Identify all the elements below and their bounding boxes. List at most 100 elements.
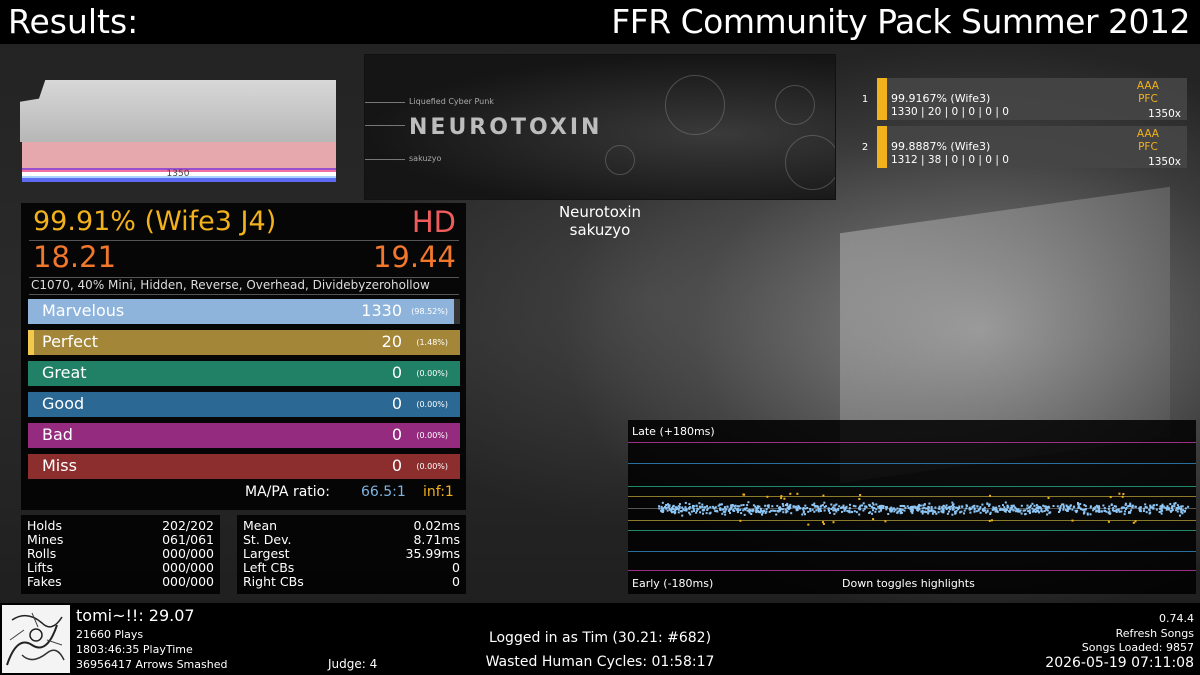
plot-dot <box>1155 503 1158 506</box>
plot-dot <box>1112 509 1115 512</box>
plot-dot <box>1083 510 1086 513</box>
holds-stat-row: Lifts 000/000 <box>21 561 220 575</box>
plot-dot <box>1155 508 1158 511</box>
plot-dot <box>817 510 820 513</box>
plot-dot <box>674 511 677 514</box>
ssr-value: 19.44 <box>372 240 456 274</box>
offset-stat-row: Right CBs 0 <box>237 575 466 589</box>
plot-dot <box>1046 513 1049 516</box>
holds-stat-value: 202/202 <box>162 518 214 533</box>
plot-dot-perfect <box>766 495 769 498</box>
plot-dot <box>845 505 848 508</box>
plot-dot <box>981 503 984 506</box>
plot-dot <box>874 510 877 513</box>
plot-dot <box>1175 509 1178 512</box>
plot-dot <box>781 508 784 511</box>
plot-dot <box>1162 505 1165 508</box>
plot-dot <box>986 502 989 505</box>
plot-dot <box>1144 506 1147 508</box>
plot-dot <box>750 513 753 515</box>
plot-dot <box>1112 506 1115 509</box>
judgment-count: 0 <box>391 456 402 475</box>
plot-dot-perfect <box>1047 497 1050 499</box>
plot-dot <box>728 509 731 512</box>
avatar[interactable] <box>2 605 70 673</box>
plot-dot <box>850 510 853 513</box>
plot-dot <box>702 512 704 515</box>
plot-dot-perfect <box>807 523 810 526</box>
leaderboard-accuracy: 99.8887% (Wife3) <box>891 140 991 153</box>
plot-dot <box>1120 510 1123 513</box>
offset-stat-label: St. Dev. <box>243 532 292 547</box>
offset-plot[interactable]: Late (+180ms) Early (-180ms) Down toggle… <box>628 420 1196 594</box>
plot-dot <box>841 510 843 513</box>
plot-dot <box>1082 508 1085 511</box>
leaderboard-row[interactable]: 1 99.9167% (Wife3) 1330 | 20 | 0 | 0 | 0… <box>855 78 1190 122</box>
plot-dot <box>701 503 704 506</box>
plot-dot <box>987 504 990 507</box>
plot-dot <box>678 506 681 509</box>
plot-dot <box>1062 508 1065 511</box>
plot-dot <box>954 511 957 514</box>
plot-dot <box>713 507 716 510</box>
plot-dot <box>1145 511 1148 514</box>
plot-dot <box>703 508 706 511</box>
plot-dot <box>896 507 899 510</box>
leaderboard-grade-bar <box>877 78 887 120</box>
plot-late-label: Late (+180ms) <box>632 425 715 438</box>
plot-dot <box>896 511 899 514</box>
plot-dot <box>709 511 712 514</box>
offset-stat-value: 0 <box>452 574 460 589</box>
banner-artist: sakuzyo <box>409 154 442 163</box>
plot-dot <box>814 505 817 507</box>
plot-dot <box>1004 508 1007 511</box>
plot-dot <box>684 501 687 504</box>
plot-dot <box>902 505 905 507</box>
plot-dot <box>726 505 729 508</box>
plot-dot <box>1077 503 1080 506</box>
leaderboard-grade-bar <box>877 126 887 168</box>
plot-dot <box>739 508 742 511</box>
refresh-songs-button[interactable]: Refresh Songs <box>1116 627 1194 640</box>
grade-value: HD <box>411 205 456 239</box>
plot-dot <box>921 510 924 513</box>
plot-dot <box>1035 504 1038 507</box>
plot-dot <box>938 507 941 510</box>
judgment-row: Bad 0 (0.00%) <box>28 423 460 448</box>
plot-dot <box>695 504 698 507</box>
plot-dot <box>1169 509 1172 512</box>
offset-stat-label: Left CBs <box>243 560 295 575</box>
plot-dot <box>1071 508 1074 511</box>
plot-dot <box>882 507 885 509</box>
plot-dot <box>736 507 739 510</box>
plot-dot <box>1089 505 1092 508</box>
plot-dot <box>921 507 924 510</box>
plot-dot <box>809 509 812 512</box>
plot-dot <box>869 511 872 514</box>
plot-dot <box>858 505 861 508</box>
plot-dot-perfect <box>1109 496 1112 499</box>
plot-dot <box>1152 507 1155 510</box>
plot-dot <box>1148 509 1151 512</box>
plot-dot <box>827 507 830 510</box>
leaderboard-row[interactable]: 2 99.8887% (Wife3) 1312 | 38 | 0 | 0 | 0… <box>855 126 1190 170</box>
plot-dot <box>819 510 822 512</box>
plot-dot <box>807 510 810 513</box>
login-status: Logged in as Tim (30.21: #682) <box>488 630 712 646</box>
plot-dot-perfect <box>789 492 792 495</box>
plot-dot <box>918 508 921 511</box>
plot-dot <box>723 506 726 509</box>
plot-dot <box>1033 504 1036 507</box>
plot-dot <box>842 504 845 507</box>
plot-dot <box>1123 513 1126 516</box>
plot-dot <box>927 508 930 511</box>
plot-dot <box>1073 505 1076 508</box>
plot-dot <box>848 507 851 510</box>
plot-dot-perfect <box>780 495 783 498</box>
judgment-count: 0 <box>391 363 402 382</box>
plot-dot <box>699 511 702 514</box>
offset-stat-row: St. Dev. 8.71ms <box>237 533 466 547</box>
plot-dot <box>1171 509 1174 511</box>
plot-dot <box>868 503 871 506</box>
plot-dot <box>1065 504 1068 507</box>
